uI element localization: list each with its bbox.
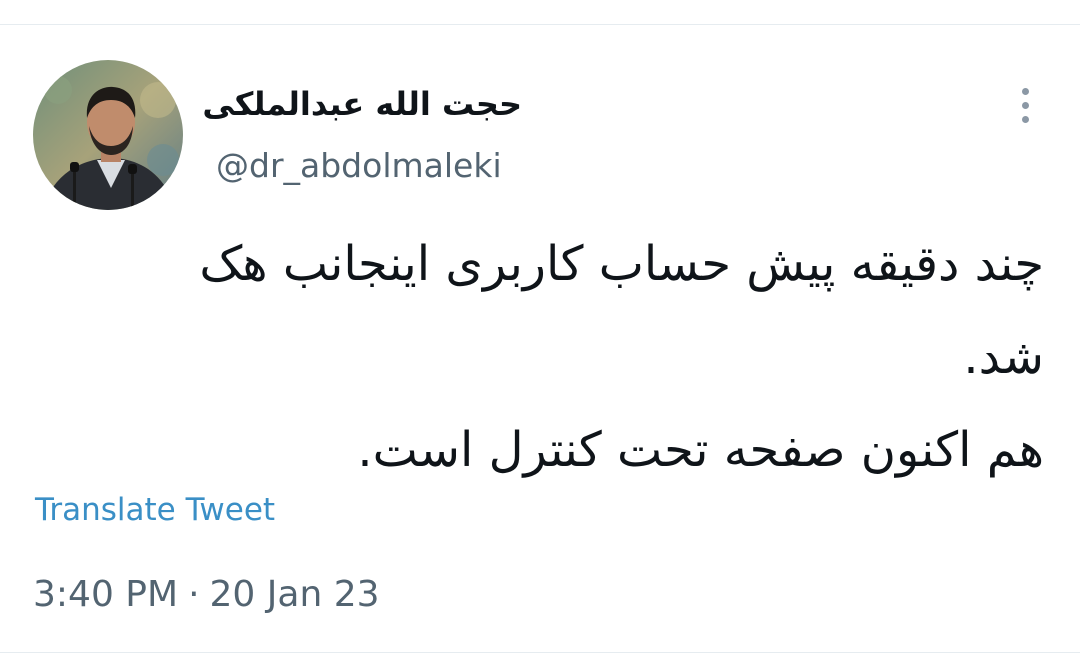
more-options-icon[interactable] (1004, 84, 1048, 128)
bottom-divider (0, 652, 1080, 653)
more-dot (1022, 116, 1029, 123)
tweet-line: چند دقیقه پیش حساب کاربری اینجانب هک (199, 236, 1044, 292)
author-display-name[interactable]: حجت الله عبدالملکی (202, 84, 522, 124)
avatar[interactable] (33, 60, 183, 210)
top-divider (0, 24, 1080, 25)
translate-tweet-link[interactable]: Translate Tweet (35, 488, 275, 532)
tweet-date[interactable]: 20 Jan 23 (210, 574, 380, 615)
more-dot (1022, 88, 1029, 95)
timestamp-separator: · (188, 574, 200, 615)
author-handle[interactable]: @dr_abdolmaleki (216, 144, 502, 188)
tweet-time[interactable]: 3:40 PM (33, 574, 178, 615)
more-dot (1022, 102, 1029, 109)
tweet-timestamp[interactable]: 3:40 PM · 20 Jan 23 (33, 570, 380, 620)
profile-photo-icon (33, 60, 183, 210)
tweet-line: شد. (963, 329, 1044, 385)
tweet-line: هم اکنون صفحه تحت کنترل است. (357, 422, 1044, 478)
tweet-text: چند دقیقه پیش حساب کاربری اینجانب هک شد.… (60, 218, 1044, 497)
